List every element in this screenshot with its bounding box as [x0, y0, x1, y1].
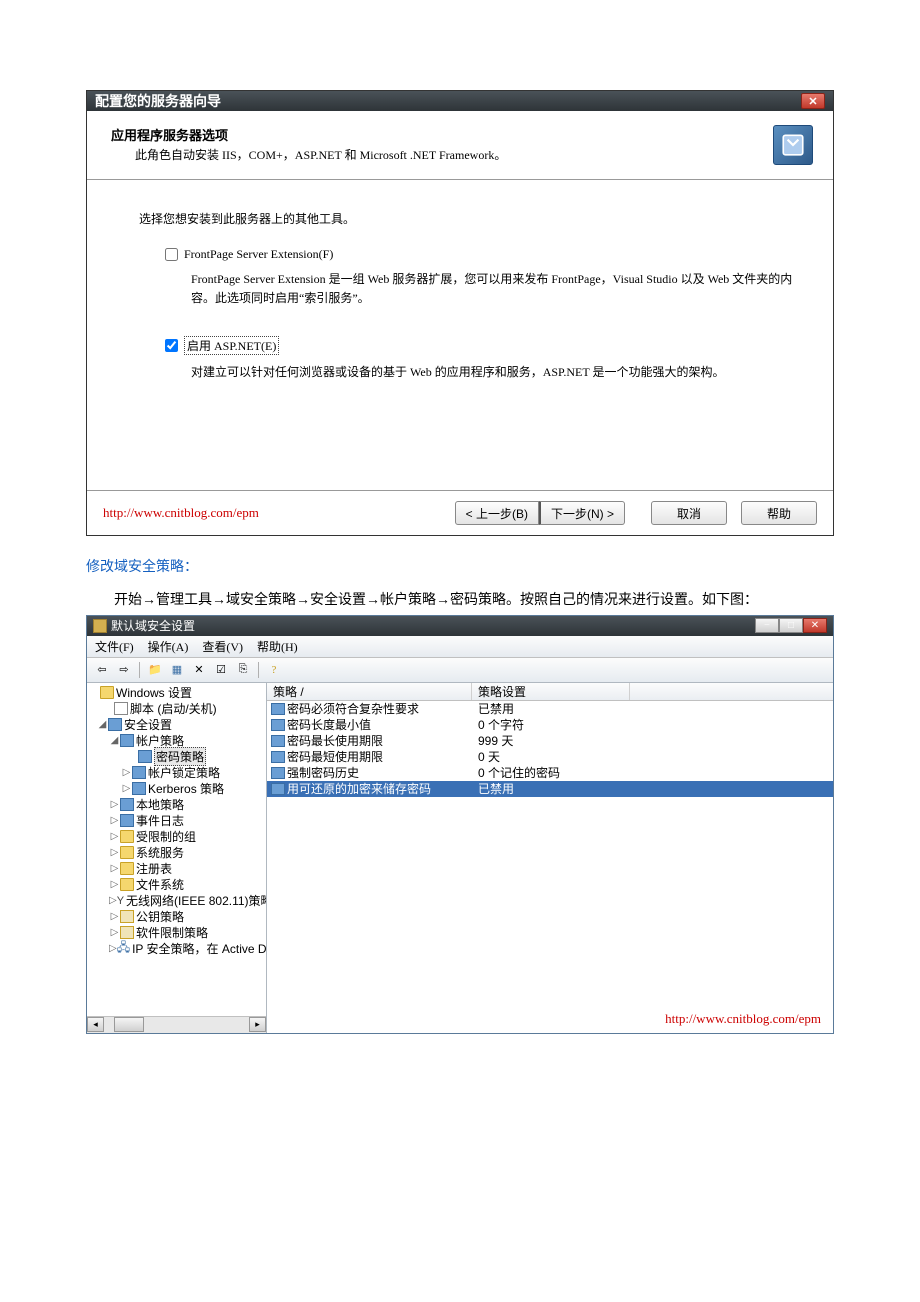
list-item[interactable]: 密码必须符合复杂性要求已禁用 [267, 701, 833, 717]
tree-restricted-groups[interactable]: 受限制的组 [136, 828, 196, 845]
list-item[interactable]: 密码长度最小值0 个字符 [267, 717, 833, 733]
wizard-title-text: 配置您的服务器向导 [95, 91, 221, 111]
minimize-icon[interactable]: − [755, 618, 779, 633]
wizard-header-title: 应用程序服务器选项 [111, 125, 773, 144]
menu-help[interactable]: 帮助(H) [257, 638, 298, 655]
up-folder-icon[interactable]: 📁 [146, 661, 164, 679]
mmc-toolbar: ⇦ ⇨ 📁 ▦ ✕ ☑ ⎘ ? [87, 658, 833, 683]
frontpage-option[interactable]: FrontPage Server Extension(F) [165, 247, 793, 262]
close-icon[interactable]: ✕ [803, 618, 827, 633]
help-icon[interactable]: ? [265, 661, 283, 679]
tree-lockout-policy[interactable]: 帐户锁定策略 [148, 764, 220, 781]
list-header[interactable]: 策略 / 策略设置 [267, 683, 833, 701]
wizard-header-subtitle: 此角色自动安装 IIS，COM+，ASP.NET 和 Microsoft .NE… [135, 146, 773, 164]
scroll-left-icon[interactable]: ◂ [87, 1017, 104, 1032]
tree-system-services[interactable]: 系统服务 [136, 844, 184, 861]
mmc-window: 默认域安全设置 − □ ✕ 文件(F) 操作(A) 查看(V) 帮助(H) ⇦ … [86, 615, 834, 1034]
mmc-url: http://www.cnitblog.com/epm [665, 1011, 821, 1027]
wizard-titlebar: 配置您的服务器向导 ✕ [87, 91, 833, 111]
next-button[interactable]: 下一步(N) > [539, 501, 625, 525]
policy-icon [271, 703, 285, 715]
tree-scripts[interactable]: 脚本 (启动/关机) [130, 700, 217, 717]
tree-ipsec[interactable]: IP 安全策略，在 Active Dire [132, 940, 267, 957]
help-button[interactable]: 帮助 [741, 501, 817, 525]
tree-security[interactable]: 安全设置 [124, 716, 172, 733]
menu-action[interactable]: 操作(A) [148, 638, 189, 655]
list-item[interactable]: 密码最短使用期限0 天 [267, 749, 833, 765]
tree-kerberos-policy[interactable]: Kerberos 策略 [148, 780, 224, 797]
tree-filesystem[interactable]: 文件系统 [136, 876, 184, 893]
list-item[interactable]: 密码最长使用期限999 天 [267, 733, 833, 749]
wizard-body: 选择您想安装到此服务器上的其他工具。 FrontPage Server Exte… [87, 180, 833, 490]
frontpage-description: FrontPage Server Extension 是一组 Web 服务器扩展… [191, 270, 793, 308]
wizard-url: http://www.cnitblog.com/epm [103, 505, 259, 521]
properties-icon[interactable]: ▦ [168, 661, 186, 679]
section-body: 开始→管理工具→域安全策略→安全设置→帐户策略→密码策略。按照自己的情况来进行设… [86, 586, 834, 615]
list-item[interactable]: 用可还原的加密来储存密码已禁用 [267, 781, 833, 797]
policy-icon [271, 767, 285, 779]
maximize-icon[interactable]: □ [779, 618, 803, 633]
export-icon[interactable]: ⎘ [234, 661, 252, 679]
menu-file[interactable]: 文件(F) [95, 638, 134, 655]
tree-wireless[interactable]: 无线网络(IEEE 802.11)策略 [126, 892, 267, 909]
wizard-footer: http://www.cnitblog.com/epm < 上一步(B) 下一步… [87, 490, 833, 535]
policy-icon [271, 751, 285, 763]
close-icon[interactable]: ✕ [801, 93, 825, 109]
frontpage-checkbox[interactable] [165, 248, 178, 261]
mmc-menubar: 文件(F) 操作(A) 查看(V) 帮助(H) [87, 636, 833, 658]
mmc-titlebar: 默认域安全设置 − □ ✕ [87, 616, 833, 636]
aspnet-option[interactable]: 启用 ASP.NET(E) [165, 336, 793, 355]
list-col-policy[interactable]: 策略 / [267, 683, 472, 700]
list-item[interactable]: 强制密码历史0 个记住的密码 [267, 765, 833, 781]
tree-event-log[interactable]: 事件日志 [136, 812, 184, 829]
tree-scrollbar[interactable]: ◂ ▸ [87, 1016, 266, 1033]
back-button[interactable]: < 上一步(B) [455, 501, 539, 525]
tree-registry[interactable]: 注册表 [136, 860, 172, 877]
menu-view[interactable]: 查看(V) [202, 638, 243, 655]
cancel-button[interactable]: 取消 [651, 501, 727, 525]
aspnet-label: 启用 ASP.NET(E) [184, 336, 279, 355]
tree-pubkey[interactable]: 公钥策略 [136, 908, 184, 925]
mmc-tree[interactable]: Windows 设置 脚本 (启动/关机) ◢安全设置 ◢帐户策略 密码策略 ▷… [87, 683, 267, 1033]
scroll-right-icon[interactable]: ▸ [249, 1017, 266, 1032]
scroll-thumb[interactable] [114, 1017, 144, 1032]
list-col-setting[interactable]: 策略设置 [472, 683, 630, 700]
back-icon[interactable]: ⇦ [93, 661, 111, 679]
app-icon [93, 619, 107, 633]
tree-root[interactable]: Windows 设置 [116, 684, 192, 701]
wizard-instruction: 选择您想安装到此服务器上的其他工具。 [139, 210, 793, 227]
aspnet-checkbox[interactable] [165, 339, 178, 352]
wizard-header: 应用程序服务器选项 此角色自动安装 IIS，COM+，ASP.NET 和 Mic… [87, 111, 833, 180]
prop-icon[interactable]: ☑ [212, 661, 230, 679]
tree-software-restrict[interactable]: 软件限制策略 [136, 924, 208, 941]
forward-icon[interactable]: ⇨ [115, 661, 133, 679]
delete-icon[interactable]: ✕ [190, 661, 208, 679]
section-title: 修改域安全策略： [86, 556, 834, 576]
policy-icon [271, 719, 285, 731]
frontpage-label: FrontPage Server Extension(F) [184, 247, 333, 262]
policy-icon [271, 783, 285, 795]
mmc-title-text: 默认域安全设置 [111, 617, 195, 634]
wizard-dialog: 配置您的服务器向导 ✕ 应用程序服务器选项 此角色自动安装 IIS，COM+，A… [86, 90, 834, 536]
tree-local-policy[interactable]: 本地策略 [136, 796, 184, 813]
server-icon [773, 125, 813, 165]
mmc-list: 策略 / 策略设置 密码必须符合复杂性要求已禁用 密码长度最小值0 个字符 密码… [267, 683, 833, 1033]
aspnet-description: 对建立可以针对任何浏览器或设备的基于 Web 的应用程序和服务，ASP.NET … [191, 363, 793, 382]
policy-icon [271, 735, 285, 747]
